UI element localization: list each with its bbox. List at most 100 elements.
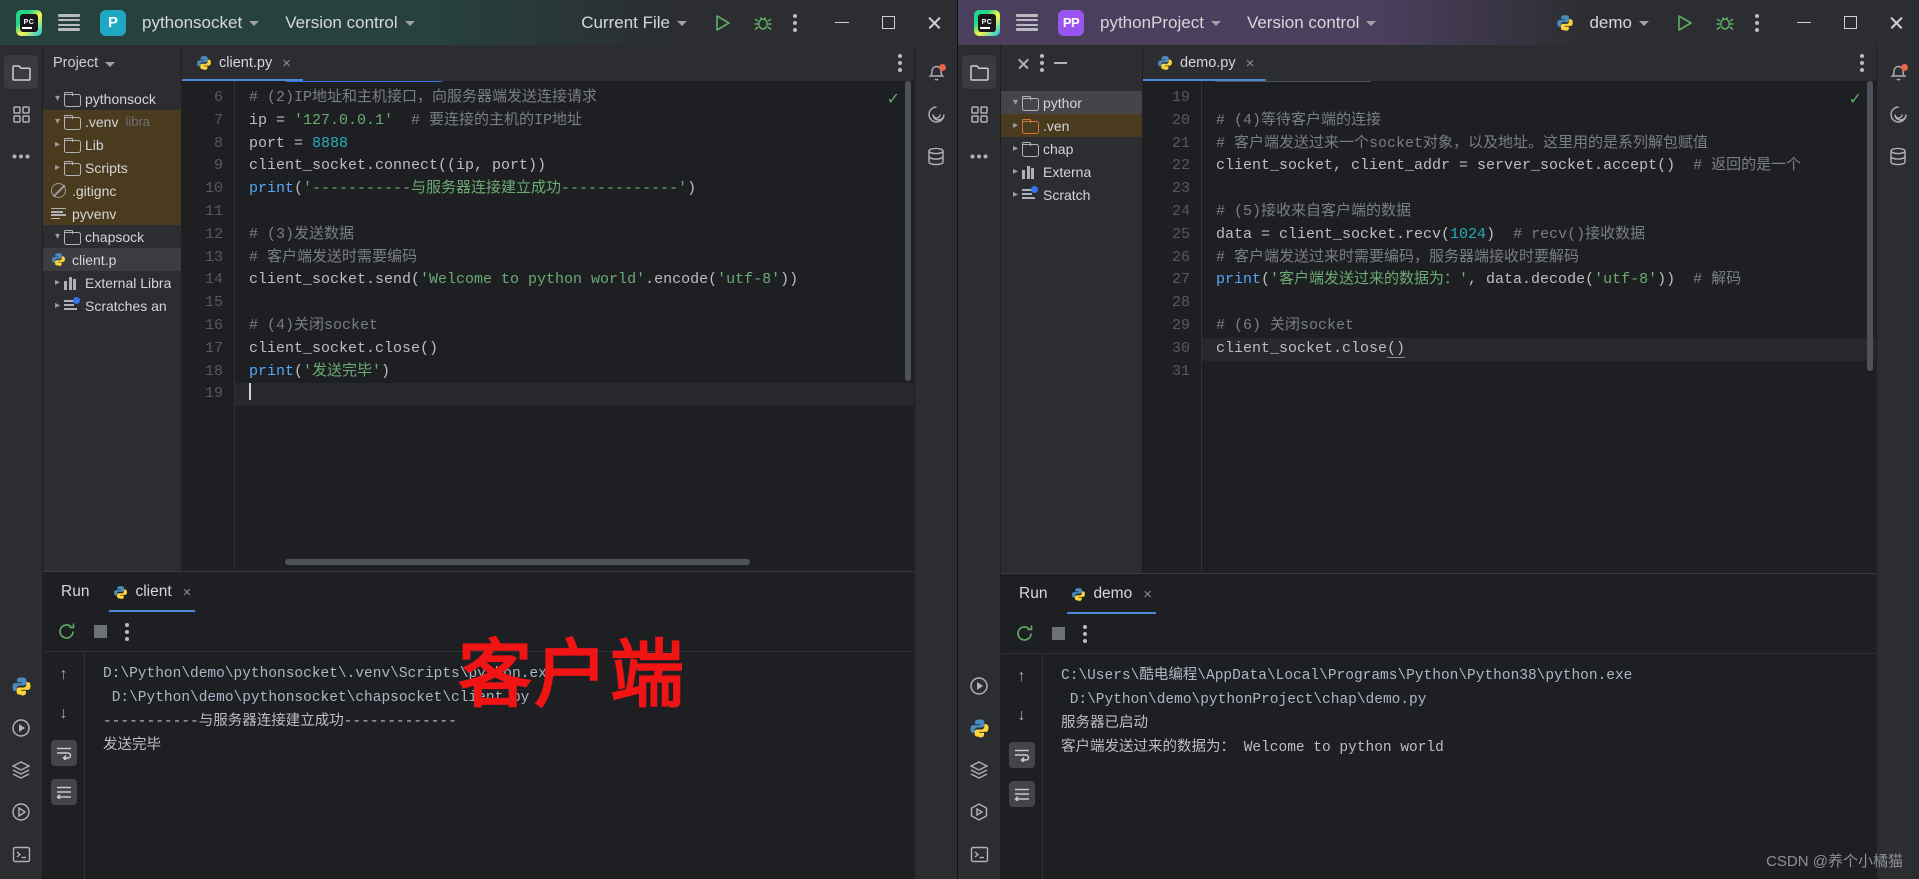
tree-row-scratches[interactable]: ▸ Scratches an bbox=[43, 294, 181, 317]
rerun-icon[interactable] bbox=[1015, 624, 1034, 643]
close-icon[interactable]: × bbox=[1143, 586, 1152, 603]
ai-assistant-icon[interactable] bbox=[1881, 97, 1915, 131]
terminal-icon[interactable] bbox=[962, 837, 996, 871]
collapse-arrow-icon[interactable]: ▸ bbox=[51, 139, 64, 150]
debug-button-right[interactable] bbox=[1715, 13, 1735, 33]
close-icon[interactable]: × bbox=[282, 55, 291, 72]
editor-tab-demo-py[interactable]: demo.py × bbox=[1143, 45, 1267, 81]
tree-row-venv[interactable]: ▸ .ven bbox=[1001, 114, 1142, 137]
close-icon[interactable]: × bbox=[183, 584, 192, 601]
soft-wrap-icon[interactable] bbox=[50, 740, 77, 766]
right-code-editor[interactable]: 19 20 21 22 23 24 25 26 27 28 29 30 31 # (4)等待客户端… bbox=[1143, 81, 1876, 573]
tree-row-pyvenv[interactable]: pyvenv bbox=[43, 202, 181, 225]
scroll-up-icon[interactable]: ↑ bbox=[51, 662, 77, 688]
tree-row-venv[interactable]: ▾ .venv libra bbox=[43, 110, 181, 133]
expand-arrow-icon[interactable]: ▾ bbox=[51, 231, 64, 242]
project-selector-left[interactable]: P pythonsocket bbox=[100, 9, 260, 36]
run-configuration-selector-right[interactable]: demo bbox=[1556, 13, 1649, 33]
right-code-text[interactable]: # (4)等待客户端的连接 # 客户端发送过来一个socket对象，以及地址。这… bbox=[1201, 81, 1876, 573]
project-panel-header[interactable]: Project bbox=[43, 45, 181, 81]
terminal-icon[interactable] bbox=[4, 837, 38, 871]
commit-icon[interactable] bbox=[4, 97, 38, 131]
debug-button-left[interactable] bbox=[753, 13, 773, 33]
right-console-output[interactable]: C:\Users\酷电编程\AppData\Local\Programs\Pyt… bbox=[1043, 654, 1876, 879]
close-icon[interactable] bbox=[1017, 57, 1030, 70]
services-icon[interactable] bbox=[962, 753, 996, 787]
print-icon[interactable] bbox=[1008, 781, 1035, 807]
run-tab-client[interactable]: client × bbox=[109, 572, 196, 612]
tree-row-scripts[interactable]: ▸ Scripts bbox=[43, 156, 181, 179]
panel-options-icon[interactable] bbox=[1040, 54, 1044, 72]
editor-vertical-scrollbar[interactable] bbox=[1867, 81, 1873, 371]
left-code-text[interactable]: # (2)IP地址和主机接口，向服务器端发送连接请求 ip = '127.0.0… bbox=[234, 81, 914, 571]
collapse-arrow-icon[interactable]: ▸ bbox=[1009, 189, 1022, 200]
scroll-down-icon[interactable]: ↓ bbox=[1009, 703, 1035, 729]
collapse-arrow-icon[interactable]: ▸ bbox=[1009, 120, 1022, 131]
maximize-button-left[interactable] bbox=[865, 0, 911, 45]
tree-row-scratches[interactable]: ▸ Scratch bbox=[1001, 183, 1142, 206]
tree-row-chapsocket[interactable]: ▾ chapsock bbox=[43, 225, 181, 248]
hide-panel-icon[interactable] bbox=[1054, 62, 1067, 64]
rerun-icon[interactable] bbox=[57, 622, 76, 641]
structure-icon[interactable] bbox=[4, 795, 38, 829]
collapse-arrow-icon[interactable]: ▸ bbox=[51, 277, 64, 288]
inspection-status-icon[interactable]: ✓ bbox=[887, 89, 900, 109]
main-menu-icon[interactable] bbox=[1016, 14, 1038, 31]
close-button-right[interactable] bbox=[1873, 0, 1919, 45]
run-tool-icon[interactable] bbox=[4, 711, 38, 745]
editor-options-left[interactable] bbox=[898, 54, 902, 72]
expand-arrow-icon[interactable]: ▾ bbox=[51, 116, 64, 127]
collapse-arrow-icon[interactable]: ▸ bbox=[51, 162, 64, 173]
inspection-status-icon[interactable]: ✓ bbox=[1849, 89, 1862, 109]
editor-bottom-scrollbar[interactable] bbox=[285, 559, 750, 565]
tree-row-pythonsock[interactable]: ▾ pythonsock bbox=[43, 87, 181, 110]
run-button-left[interactable] bbox=[713, 14, 731, 32]
run-button-right[interactable] bbox=[1675, 14, 1693, 32]
python-console-icon[interactable] bbox=[4, 669, 38, 703]
version-control-menu-left[interactable]: Version control bbox=[285, 13, 415, 33]
editor-horizontal-scrollbar[interactable] bbox=[285, 81, 443, 82]
more-dots-icon[interactable] bbox=[962, 139, 996, 173]
main-menu-icon[interactable] bbox=[58, 14, 80, 31]
editor-tab-client-py[interactable]: client.py × bbox=[182, 45, 303, 81]
editor-vertical-scrollbar[interactable] bbox=[905, 81, 911, 381]
more-dots-icon[interactable] bbox=[4, 139, 38, 173]
minimize-button-right[interactable] bbox=[1781, 0, 1827, 45]
tree-row-lib[interactable]: ▸ Lib bbox=[43, 133, 181, 156]
run-tab-demo[interactable]: demo × bbox=[1067, 574, 1156, 614]
project-folder-icon[interactable] bbox=[4, 55, 38, 89]
expand-arrow-icon[interactable]: ▾ bbox=[51, 93, 64, 104]
collapse-arrow-icon[interactable]: ▸ bbox=[51, 300, 64, 311]
run-more-actions-right[interactable] bbox=[1083, 624, 1087, 643]
project-folder-icon[interactable] bbox=[962, 55, 996, 89]
python-console-icon[interactable] bbox=[962, 711, 996, 745]
run-configuration-selector-left[interactable]: Current File bbox=[581, 13, 687, 33]
project-selector-right[interactable]: PP pythonProject bbox=[1058, 9, 1221, 36]
print-icon[interactable] bbox=[50, 779, 77, 805]
notifications-bell-icon[interactable] bbox=[919, 55, 953, 89]
tree-row-gitignore[interactable]: .gitignc bbox=[43, 179, 181, 202]
run-tool-icon[interactable] bbox=[962, 669, 996, 703]
more-actions-left[interactable] bbox=[793, 13, 797, 32]
collapse-arrow-icon[interactable]: ▸ bbox=[1009, 143, 1022, 154]
soft-wrap-icon[interactable] bbox=[1008, 742, 1035, 768]
minimize-button-left[interactable] bbox=[819, 0, 865, 45]
editor-horizontal-scrollbar[interactable] bbox=[1214, 81, 1372, 82]
structure-icon[interactable] bbox=[962, 795, 996, 829]
stop-button[interactable] bbox=[1052, 627, 1065, 640]
left-code-editor[interactable]: 6789 10 11 12 13 14 15 16 17 18 19 # (2)IP地址和主机… bbox=[182, 81, 914, 571]
tree-row-external-libraries[interactable]: ▸ Externa bbox=[1001, 160, 1142, 183]
editor-options-right[interactable] bbox=[1860, 54, 1864, 72]
database-icon[interactable] bbox=[1881, 139, 1915, 173]
database-icon[interactable] bbox=[919, 139, 953, 173]
version-control-menu-right[interactable]: Version control bbox=[1247, 13, 1377, 33]
maximize-button-right[interactable] bbox=[1827, 0, 1873, 45]
tree-row-pythonproject[interactable]: ▾ pythor bbox=[1001, 91, 1142, 114]
expand-arrow-icon[interactable]: ▾ bbox=[1009, 97, 1022, 108]
notifications-bell-icon[interactable] bbox=[1881, 55, 1915, 89]
tree-row-chap[interactable]: ▸ chap bbox=[1001, 137, 1142, 160]
ai-assistant-icon[interactable] bbox=[919, 97, 953, 131]
run-more-actions-left[interactable] bbox=[125, 622, 129, 641]
scroll-down-icon[interactable]: ↓ bbox=[51, 701, 77, 727]
scroll-up-icon[interactable]: ↑ bbox=[1009, 664, 1035, 690]
